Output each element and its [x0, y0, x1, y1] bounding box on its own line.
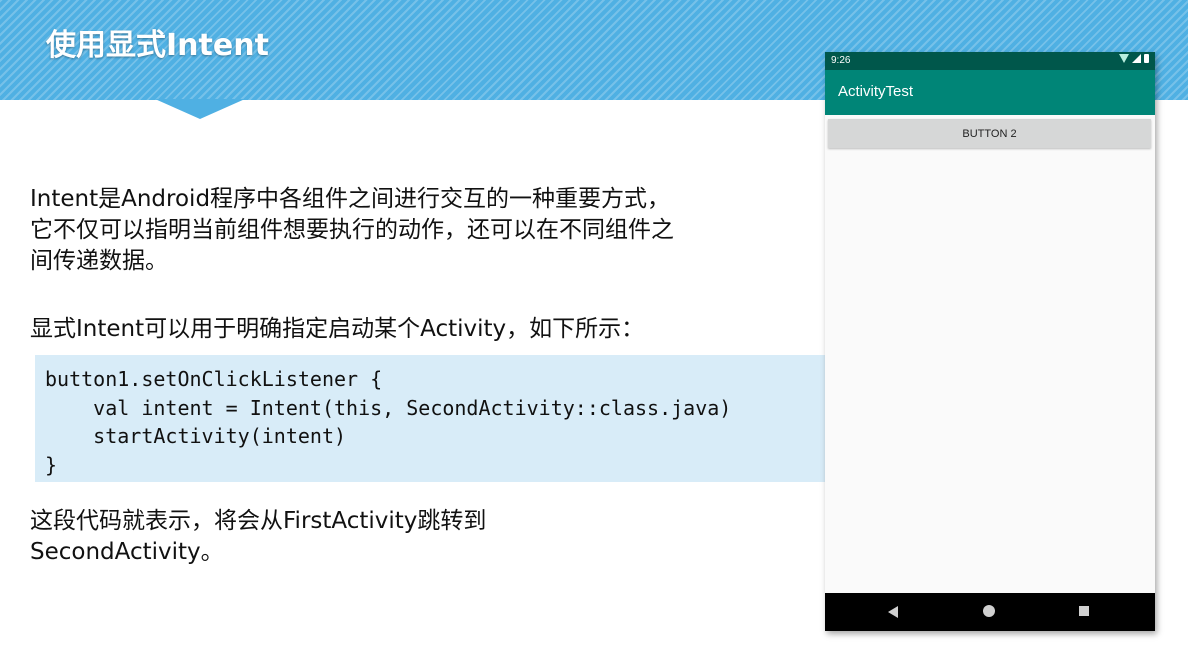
explicit-intent-paragraph: 显式Intent可以用于明确指定启动某个Activity，如下所示： — [30, 316, 645, 342]
app-title: ActivityTest — [838, 83, 914, 100]
battery-icon — [1144, 54, 1149, 63]
signal-icon — [1132, 54, 1141, 63]
recents-icon[interactable] — [1079, 606, 1089, 616]
slide-title: 使用显式Intent — [46, 28, 269, 63]
navigation-bar — [825, 593, 1155, 631]
phone-screenshot: 9:26 ActivityTest BUTTON 2 — [825, 52, 1155, 631]
summary-paragraph: 这段代码就表示，将会从FirstActivity跳转到SecondActivit… — [30, 508, 487, 565]
button-2[interactable]: BUTTON 2 — [828, 119, 1151, 148]
status-icons — [1119, 54, 1149, 63]
status-time: 9:26 — [831, 55, 851, 66]
code-text: button1.setOnClickListener { val intent … — [45, 367, 732, 477]
app-bar: ActivityTest — [825, 70, 1155, 115]
wifi-icon — [1119, 54, 1129, 63]
home-icon[interactable] — [983, 605, 995, 617]
code-block: button1.setOnClickListener { val intent … — [35, 355, 825, 482]
header-notch — [155, 99, 245, 119]
intro-paragraph: Intent是Android程序中各组件之间进行交互的一种重要方式，它不仅可以指… — [30, 186, 674, 274]
back-icon[interactable] — [888, 606, 898, 618]
status-bar: 9:26 — [825, 52, 1155, 70]
